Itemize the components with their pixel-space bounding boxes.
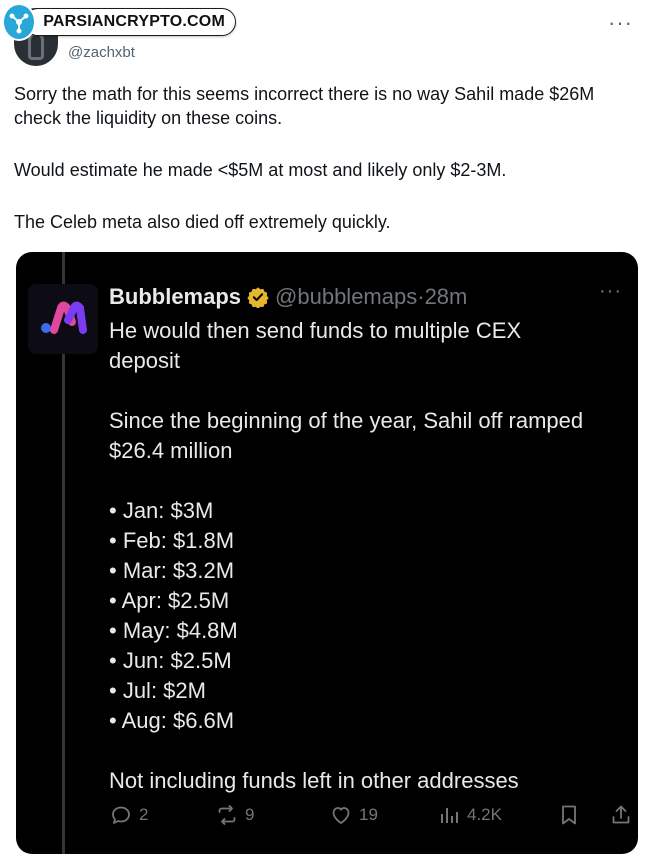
quoted-line: Since the beginning of the year, Sahil o… [109, 408, 584, 433]
reply-icon [112, 806, 130, 824]
analytics-icon [441, 808, 458, 823]
list-item: • Mar: $3.2M [109, 558, 235, 583]
like-count: 19 [359, 805, 378, 824]
tweet-line: The Celeb meta also died off extremely q… [14, 212, 391, 232]
list-item: • Jul: $2M [109, 678, 206, 703]
author-handle[interactable]: @zachxbt [68, 44, 135, 61]
verified-badge-icon [247, 287, 269, 308]
repost-count: 9 [245, 805, 255, 824]
action-bar: 2 9 19 4.2K [109, 800, 630, 830]
bubblemaps-logo-icon [41, 301, 87, 334]
watermark-logo-icon [2, 3, 37, 41]
tweet-body: Sorry the math for this seems incorrect … [14, 82, 644, 234]
reply-button[interactable]: 2 [109, 803, 148, 827]
share-button[interactable] [609, 803, 638, 827]
quoted-author-handle[interactable]: @bubblemaps [275, 284, 417, 310]
quoted-tweet-card[interactable]: Bubblemaps @bubblemaps · 28m ··· He woul… [16, 252, 638, 854]
quoted-more-options-icon[interactable]: ··· [599, 281, 622, 301]
quoted-author-row: Bubblemaps @bubblemaps · 28m [109, 284, 467, 310]
repost-icon [218, 805, 236, 825]
heart-icon [332, 807, 350, 824]
quoted-tweet-body: He would then send funds to multiple CEX… [109, 316, 629, 796]
list-item: • Jan: $3M [109, 498, 214, 523]
list-item: • May: $4.8M [109, 618, 238, 643]
list-item: • Feb: $1.8M [109, 528, 235, 553]
share-icon [612, 805, 630, 824]
list-item: • Aug: $6.6M [109, 708, 235, 733]
views-button[interactable]: 4.2K [437, 803, 502, 827]
tweet-line: Sorry the math for this seems incorrect … [14, 84, 595, 104]
repost-button[interactable]: 9 [215, 803, 254, 827]
watermark: PARSIANCRYPTO.COM [2, 3, 236, 41]
watermark-text: PARSIANCRYPTO.COM [24, 8, 236, 36]
like-button[interactable]: 19 [329, 803, 378, 827]
view-count: 4.2K [467, 805, 502, 824]
timestamp[interactable]: 28m [425, 284, 468, 310]
bookmark-icon [562, 805, 576, 825]
bubblemaps-avatar[interactable] [28, 284, 98, 354]
reply-count: 2 [139, 805, 149, 824]
separator-dot: · [417, 284, 425, 309]
tweet-line: Would estimate he made <$5M at most and … [14, 160, 507, 180]
list-item: • Jun: $2.5M [109, 648, 232, 673]
quoted-line: $26.4 million [109, 438, 233, 463]
quoted-author-name[interactable]: Bubblemaps [109, 284, 241, 310]
tweet-line: check the liquidity on these coins. [14, 108, 283, 128]
quoted-line: Not including funds left in other addres… [109, 768, 519, 793]
list-item: • Apr: $2.5M [109, 588, 230, 613]
quoted-line: He would then send funds to multiple CEX [109, 318, 522, 343]
quoted-line: deposit [109, 348, 180, 373]
bookmark-button[interactable] [557, 803, 587, 827]
more-options-icon[interactable]: ··· [608, 12, 633, 34]
